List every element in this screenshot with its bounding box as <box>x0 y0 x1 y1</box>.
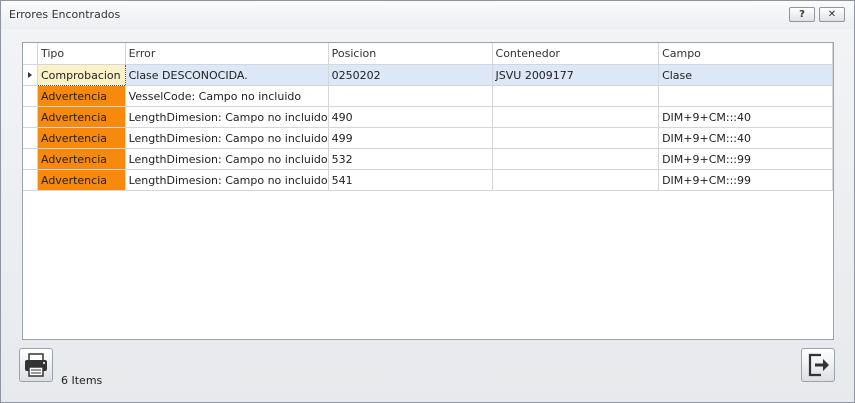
cell-contenedor[interactable] <box>492 85 660 107</box>
errors-dialog: Errores Encontrados ? ✕ Tipo Error Posic… <box>0 0 855 403</box>
cell-posicion[interactable]: 490 <box>328 106 493 128</box>
cell-posicion[interactable]: 532 <box>328 148 493 170</box>
errors-grid[interactable]: Tipo Error Posicion Contenedor Campo Com… <box>22 42 834 340</box>
cell-tipo[interactable]: Advertencia <box>37 169 126 191</box>
print-button[interactable] <box>19 348 53 382</box>
indicator-header <box>23 43 39 65</box>
window-title: Errores Encontrados <box>9 8 121 21</box>
cell-tipo[interactable]: Comprobacion <box>36 64 126 86</box>
cell-tipo[interactable]: Advertencia <box>37 148 126 170</box>
cell-error[interactable]: LengthDimesion: Campo no incluido <box>125 106 329 128</box>
cell-contenedor[interactable] <box>492 106 660 128</box>
cell-campo[interactable] <box>658 85 833 107</box>
errors-table: Tipo Error Posicion Contenedor Campo Com… <box>23 43 833 191</box>
column-header-posicion[interactable]: Posicion <box>328 43 493 65</box>
close-button[interactable]: ✕ <box>819 7 845 22</box>
column-header-contenedor[interactable]: Contenedor <box>492 43 660 65</box>
cell-error[interactable]: LengthDimesion: Campo no incluido <box>125 148 329 170</box>
title-bar: Errores Encontrados ? ✕ <box>1 1 854 29</box>
cell-error[interactable]: VesselCode: Campo no incluido <box>125 85 329 107</box>
column-header-error[interactable]: Error <box>125 43 329 65</box>
row-indicator <box>23 127 39 149</box>
cell-contenedor[interactable] <box>492 148 660 170</box>
cell-campo[interactable]: DIM+9+CM:::99 <box>658 148 833 170</box>
item-count: 6 Items <box>61 374 103 387</box>
cell-campo[interactable]: DIM+9+CM:::40 <box>658 106 833 128</box>
row-indicator <box>23 64 39 86</box>
row-indicator <box>23 148 39 170</box>
table-row[interactable]: Advertencia LengthDimesion: Campo no inc… <box>23 169 833 191</box>
cell-contenedor[interactable]: JSVU 2009177 <box>492 64 660 86</box>
cell-tipo[interactable]: Advertencia <box>37 127 126 149</box>
table-row[interactable]: Advertencia LengthDimesion: Campo no inc… <box>23 127 833 149</box>
cell-tipo[interactable]: Advertencia <box>37 106 126 128</box>
row-indicator <box>23 85 39 107</box>
cell-error[interactable]: Clase DESCONOCIDA. <box>125 64 329 86</box>
current-row-arrow-icon <box>28 72 32 78</box>
row-indicator <box>23 169 39 191</box>
cell-campo[interactable]: DIM+9+CM:::40 <box>658 127 833 149</box>
row-indicator <box>23 106 39 128</box>
cell-error[interactable]: LengthDimesion: Campo no incluido <box>125 169 329 191</box>
cell-tipo[interactable]: Advertencia <box>37 85 126 107</box>
help-button[interactable]: ? <box>789 7 815 22</box>
cell-posicion[interactable] <box>328 85 493 107</box>
cell-contenedor[interactable] <box>492 169 660 191</box>
cell-campo[interactable]: Clase <box>658 64 833 86</box>
table-row[interactable]: Advertencia LengthDimesion: Campo no inc… <box>23 106 833 128</box>
table-row[interactable]: Comprobacion Clase DESCONOCIDA. 0250202 … <box>23 64 833 86</box>
cell-posicion[interactable]: 0250202 <box>328 64 493 86</box>
exit-icon <box>808 353 829 377</box>
table-row[interactable]: Advertencia LengthDimesion: Campo no inc… <box>23 148 833 170</box>
printer-icon <box>25 353 47 377</box>
cell-contenedor[interactable] <box>492 127 660 149</box>
exit-button[interactable] <box>801 348 835 382</box>
column-header-tipo[interactable]: Tipo <box>37 43 126 65</box>
cell-posicion[interactable]: 541 <box>328 169 493 191</box>
cell-error[interactable]: LengthDimesion: Campo no incluido <box>125 127 329 149</box>
cell-campo[interactable]: DIM+9+CM:::99 <box>658 169 833 191</box>
column-header-campo[interactable]: Campo <box>658 43 833 65</box>
cell-posicion[interactable]: 499 <box>328 127 493 149</box>
table-row[interactable]: Advertencia VesselCode: Campo no incluid… <box>23 85 833 107</box>
header-row: Tipo Error Posicion Contenedor Campo <box>23 43 833 65</box>
